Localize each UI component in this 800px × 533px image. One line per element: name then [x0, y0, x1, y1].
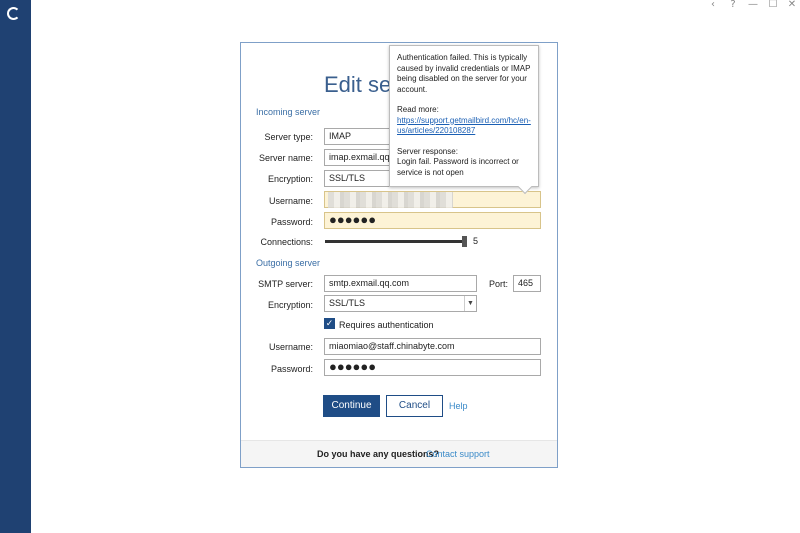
maximize-icon[interactable]: ☐	[766, 0, 780, 10]
close-icon[interactable]: ✕	[785, 0, 799, 10]
contact-support-link[interactable]: Contact support	[426, 449, 490, 459]
incoming-password-input[interactable]: ●●●●●●	[324, 212, 541, 229]
back-icon[interactable]: ‹	[706, 0, 720, 10]
requires-auth-checkbox[interactable]: ✓	[324, 318, 335, 329]
server-type-value: IMAP	[329, 131, 352, 141]
connections-slider-thumb[interactable]	[462, 236, 467, 247]
connections-slider-track[interactable]	[325, 240, 467, 243]
incoming-password-label: Password:	[270, 217, 313, 227]
server-response-text: Login fail. Password is incorrect or ser…	[397, 157, 519, 177]
help-icon[interactable]: ?	[726, 0, 740, 10]
incoming-password-value: ●●●●●●	[329, 212, 377, 227]
requires-auth-label: Requires authentication	[339, 320, 434, 330]
incoming-server-heading: Incoming server	[256, 107, 321, 117]
footer-question: Do you have any questions?	[317, 449, 440, 459]
continue-button[interactable]: Continue	[323, 395, 380, 417]
outgoing-password-label: Password:	[270, 364, 313, 374]
outgoing-encryption-value: SSL/TLS	[329, 298, 366, 308]
port-label: Port:	[488, 279, 508, 289]
smtp-server-value: smtp.exmail.qq.com	[329, 278, 410, 288]
connections-label: Connections:	[260, 237, 313, 247]
incoming-encryption-select[interactable]: SSL/TLS	[324, 170, 394, 187]
error-message: Authentication failed. This is typically…	[397, 53, 531, 94]
outgoing-password-value: ●●●●●●	[329, 359, 377, 374]
connections-value: 5	[473, 236, 479, 246]
incoming-encryption-value: SSL/TLS	[329, 173, 366, 183]
help-link[interactable]: Help	[449, 401, 468, 411]
port-input[interactable]: 465	[513, 275, 541, 292]
server-name-input[interactable]: imap.exmail.qq.co	[324, 149, 394, 166]
smtp-server-label: SMTP server:	[258, 279, 313, 289]
incoming-encryption-label: Encryption:	[267, 174, 313, 184]
read-more-link[interactable]: https://support.getmailbird.com/hc/en-us…	[397, 116, 531, 136]
chevron-down-icon: ▼	[464, 296, 476, 311]
read-more-label: Read more:	[397, 105, 439, 114]
outgoing-encryption-select[interactable]: SSL/TLS ▼	[324, 295, 477, 312]
server-type-label: Server type:	[264, 132, 313, 142]
outgoing-username-label: Username:	[268, 342, 313, 352]
error-tooltip: Authentication failed. This is typically…	[389, 45, 539, 195]
app-sidebar	[0, 0, 31, 533]
support-footer: Do you have any questions? Contact suppo…	[241, 440, 557, 467]
incoming-username-label: Username:	[268, 196, 313, 206]
port-value: 465	[518, 278, 534, 288]
outgoing-username-input[interactable]: miaomiao@staff.chinabyte.com	[324, 338, 541, 355]
outgoing-username-value: miaomiao@staff.chinabyte.com	[329, 341, 455, 351]
server-type-select[interactable]: IMAP	[324, 128, 394, 145]
server-response-label: Server response:	[397, 146, 458, 156]
dialog-title: Edit sett	[324, 72, 394, 97]
outgoing-password-input[interactable]: ●●●●●●	[324, 359, 541, 376]
outgoing-server-heading: Outgoing server	[256, 258, 321, 268]
outgoing-encryption-label: Encryption:	[267, 300, 313, 310]
server-name-value: imap.exmail.qq.co	[329, 152, 393, 162]
server-name-label: Server name:	[258, 153, 313, 163]
minimize-icon[interactable]: —	[746, 0, 760, 10]
loading-spinner-icon	[7, 7, 20, 20]
cancel-button[interactable]: Cancel	[386, 395, 443, 417]
redacted-username-overlay	[328, 192, 453, 208]
